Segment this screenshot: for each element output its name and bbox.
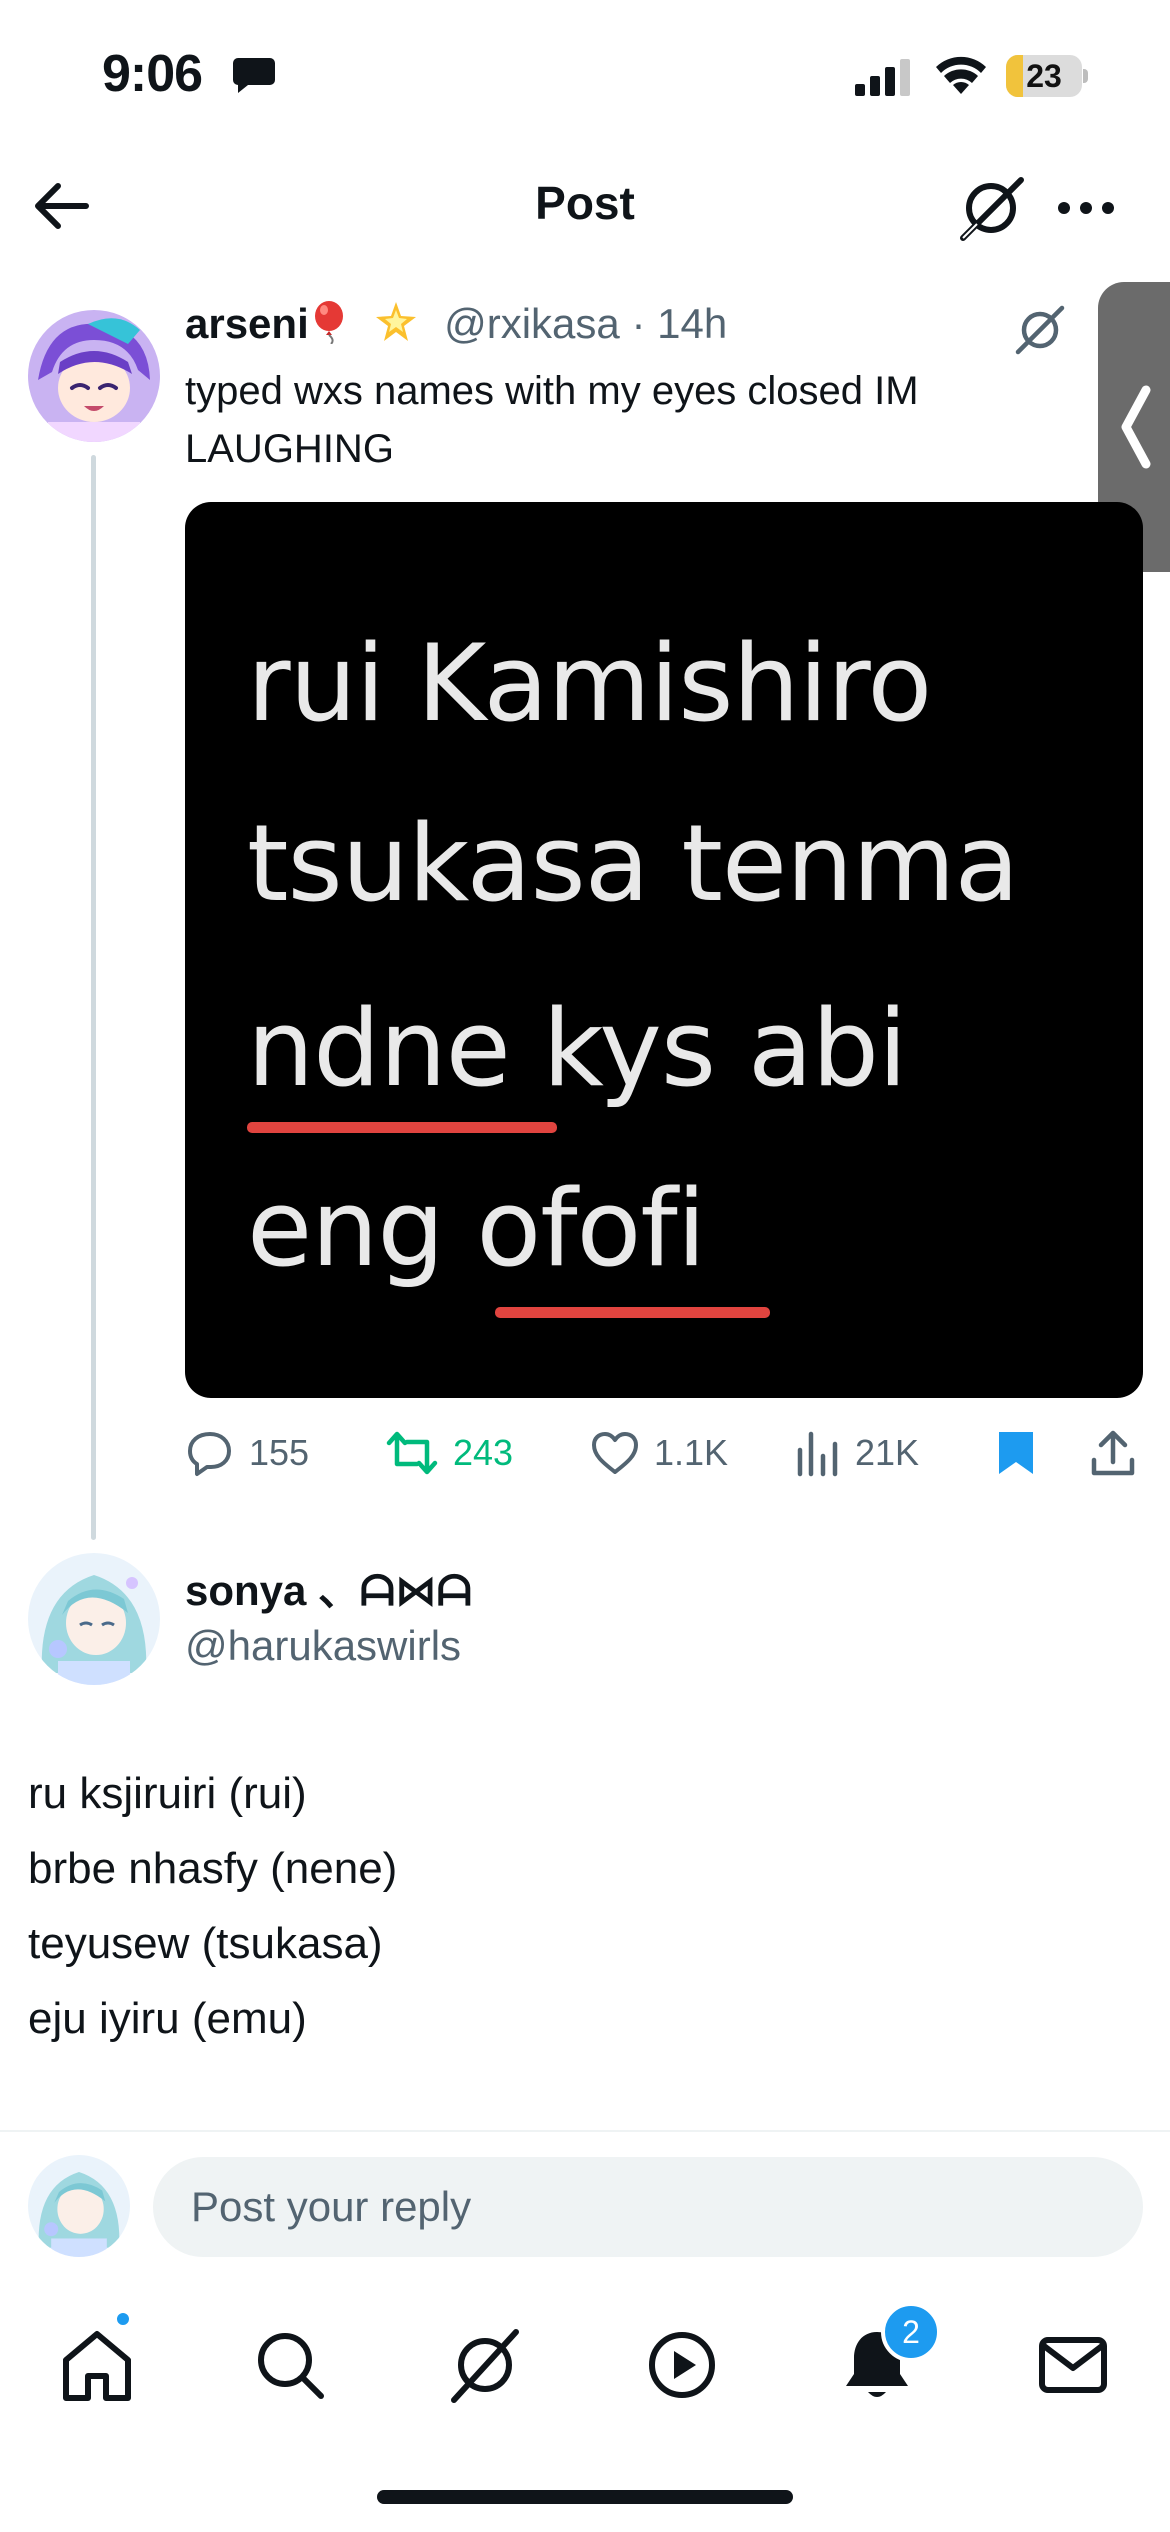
status-bar: 9:06 23 [0,0,1170,150]
divider [0,2130,1170,2132]
reply-author-handle[interactable]: @harukaswirls [185,1622,461,1670]
bookmark-icon [999,1432,1033,1474]
reply-line: brbe nhasfy (nene) [28,1844,398,1893]
post-text: typed wxs names with my eyes closed IM L… [185,369,919,471]
mail-icon[interactable] [1028,2320,1118,2410]
battery-percent: 23 [1026,58,1062,94]
play-icon[interactable] [637,2320,727,2410]
notifications-badge: 2 [881,2302,941,2362]
share-button[interactable] [1090,1418,1136,1488]
spellcheck-underline [495,1307,770,1318]
views-button[interactable]: 21K [795,1418,919,1488]
reply-line: eju iyiru (emu) [28,1994,307,2043]
reply-line: teyusew (tsukasa) [28,1919,383,1968]
glowing-star-emoji-icon [376,302,417,341]
bookmark-button[interactable] [995,1418,1037,1488]
reply-author-name: sonya 、ᗩ⋈ᗩ [185,1565,472,1617]
home-indicator[interactable] [377,2490,793,2504]
spellcheck-underline [247,1122,557,1133]
post-image[interactable]: rui Kamishiro tsukasa tenma ndne kys abi… [185,502,1143,1398]
reply-icon [188,1432,231,1476]
cellular-signal-icon [855,59,910,96]
repost-button[interactable]: 243 [385,1418,513,1488]
views-icon [797,1431,838,1477]
image-text-line: rui Kamishiro [247,622,932,745]
reply-count: 155 [249,1432,310,1473]
post-author-line: arseni @rxikasa · 14h [185,300,727,348]
grok-icon[interactable] [955,172,1027,244]
battery-indicator: 23 [1006,55,1088,97]
composer-avatar [28,2155,130,2257]
image-text-line: ndne kys abi [247,987,908,1110]
reply-input[interactable]: Post your reply [153,2157,1143,2257]
grok-icon[interactable] [440,2320,530,2410]
chevron-left-icon [1121,385,1151,469]
views-count: 21K [855,1432,920,1473]
post-time: 14h [657,300,728,347]
like-count: 1.1K [654,1432,729,1473]
like-button[interactable]: 1.1K [590,1418,728,1488]
like-icon [592,1432,638,1474]
reply-line: ru ksjiruiri (rui) [28,1769,307,1818]
image-text-line: tsukasa tenma [247,802,1019,925]
status-time: 9:06 [102,45,203,103]
image-text-line: eng ofofi [247,1167,706,1290]
author-handle[interactable]: @rxikasa [444,300,620,347]
avatar[interactable] [28,310,160,442]
repost-icon [386,1431,438,1475]
post-actions: 155 243 1.1K 21K [185,1418,1145,1488]
message-bubble-icon [233,58,275,93]
bottom-tab-bar [0,2300,1170,2430]
wifi-icon [936,56,986,94]
avatar[interactable] [28,1553,160,1685]
balloon-emoji-icon [314,301,343,344]
avatar-illustration [28,1553,160,1685]
reply-button[interactable]: 155 [185,1418,309,1488]
avatar-illustration [28,310,160,442]
search-icon[interactable] [245,2320,335,2410]
home-unread-dot [114,2310,132,2328]
reply-name[interactable]: sonya 、ᗩ⋈ᗩ [185,1567,472,1614]
post-header: Post [0,150,1170,265]
meta-separator: · [631,300,646,347]
share-icon [1091,1430,1135,1476]
more-icon[interactable] [1052,172,1120,244]
repost-count: 243 [453,1432,514,1473]
reply-text: ru ksjiruiri (rui) brbe nhasfy (nene) te… [28,1756,397,2056]
avatar-illustration [28,2155,130,2257]
grok-icon[interactable] [1012,302,1068,358]
author-name[interactable]: arseni [185,300,309,347]
home-icon[interactable] [52,2320,142,2410]
thread-connector [91,455,96,1540]
